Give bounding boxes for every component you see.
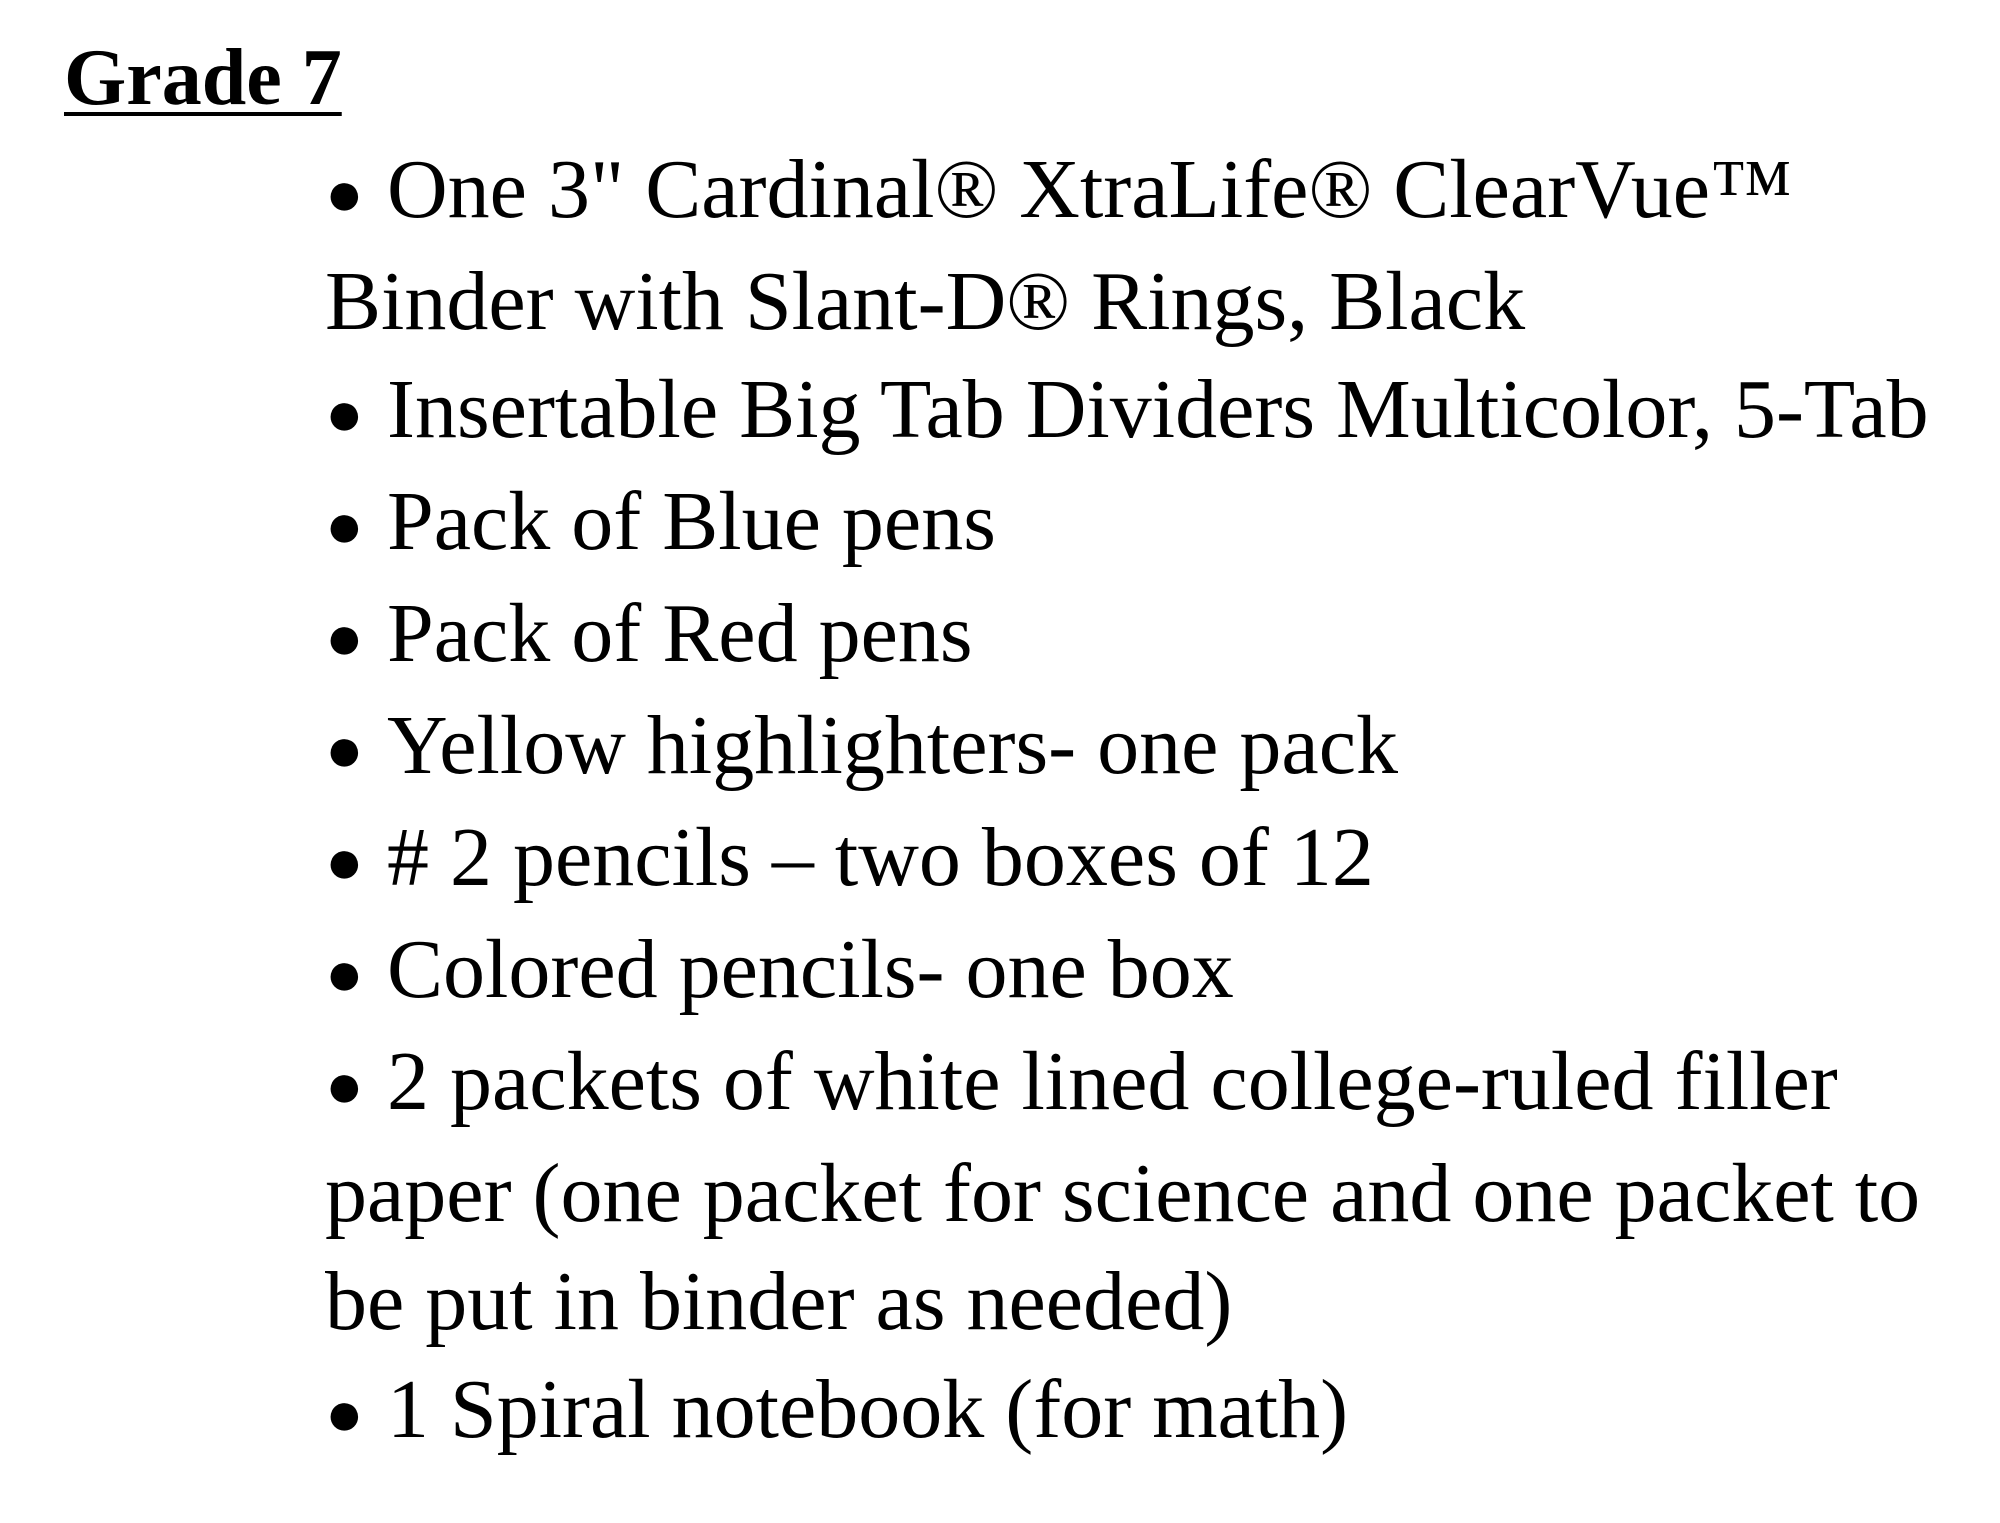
document-page: Grade 7 ● One 3" Cardinal® XtraLife® Clea…	[0, 0, 2000, 1523]
bullet-icon: ●	[325, 602, 364, 673]
list-item-text: Pack of Red pens	[387, 587, 973, 680]
list-item-text: Colored pencils- one box	[387, 923, 1234, 1016]
list-item-text: # 2 pencils – two boxes of 12	[387, 811, 1374, 904]
list-item-text: 1 Spiral notebook (for math)	[387, 1363, 1349, 1456]
bullet-icon: ●	[325, 714, 364, 785]
list-item-text: 2 packets of white lined college-ruled f…	[325, 1035, 1921, 1348]
list-item: ● One 3" Cardinal® XtraLife® ClearVue™ Bi…	[325, 136, 1965, 356]
list-item: ● Insertable Big Tab Dividers Multicolor,…	[325, 356, 1965, 468]
list-item: ● 2 packets of white lined college-ruled …	[325, 1028, 1965, 1356]
list-item-text: One 3" Cardinal® XtraLife® ClearVue™ Bin…	[325, 143, 1793, 348]
list-item-text: Yellow highlighters- one pack	[387, 699, 1398, 792]
bullet-icon: ●	[325, 158, 364, 229]
bullet-icon: ●	[325, 1378, 364, 1449]
bullet-icon: ●	[325, 826, 364, 897]
list-item-text: Insertable Big Tab Dividers Multicolor, …	[387, 363, 1929, 456]
grade-heading: Grade 7	[64, 34, 342, 122]
list-item: ● 1 Spiral notebook (for math)	[325, 1356, 1965, 1468]
bullet-icon: ●	[325, 1050, 364, 1121]
list-item: ● Pack of Red pens	[325, 580, 1965, 692]
list-item: ● Pack of Blue pens	[325, 468, 1965, 580]
list-item: ● # 2 pencils – two boxes of 12	[325, 804, 1965, 916]
list-item-text: Pack of Blue pens	[387, 475, 996, 568]
list-item: ● Colored pencils- one box	[325, 916, 1965, 1028]
bullet-icon: ●	[325, 938, 364, 1009]
bullet-icon: ●	[325, 490, 364, 561]
list-item: ● Yellow highlighters- one pack	[325, 692, 1965, 804]
supply-list: ● One 3" Cardinal® XtraLife® ClearVue™ Bi…	[325, 136, 1965, 1468]
bullet-icon: ●	[325, 378, 364, 449]
